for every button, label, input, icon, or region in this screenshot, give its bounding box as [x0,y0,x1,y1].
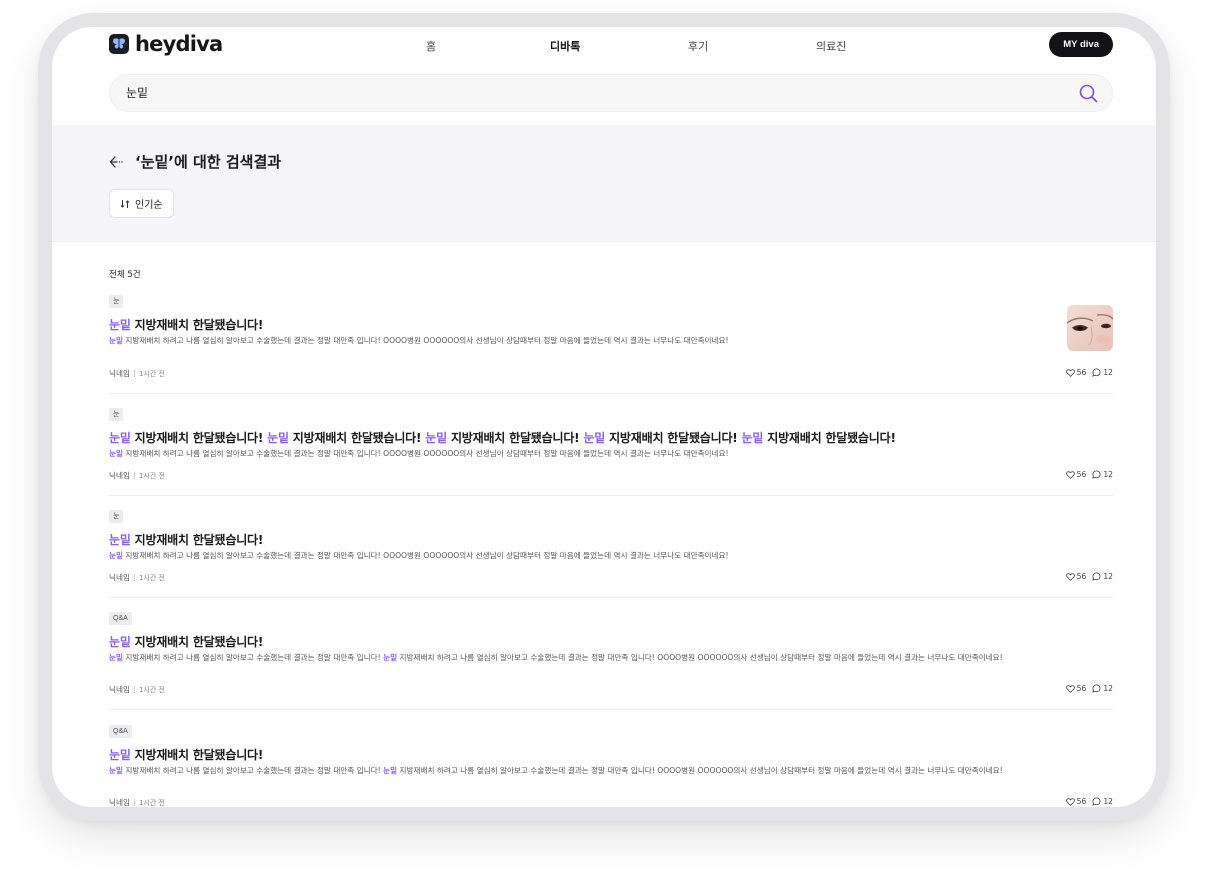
heart-icon [1065,572,1075,581]
post-tag: 눈 [109,408,124,421]
post-time: 1시간 전 [138,471,165,480]
like-count[interactable]: 56 [1065,572,1086,581]
search-input[interactable] [126,85,1026,99]
nav-home[interactable]: 홈 [426,38,436,54]
post-item[interactable]: 눈 눈밑 지방재배치 한달됐습니다! 눈밑 지방재배치 한달됐습니다! 눈밑 지… [109,408,1113,496]
like-count[interactable]: 56 [1065,470,1086,479]
results-count: 전체 5건 [109,270,141,280]
post-excerpt: 눈밑 지방재배치 하려고 나름 열심히 알아보고 수술했는데 결과는 정말 대만… [109,336,729,345]
results-title-row: ‘눈밑’에 대한 검색결과 [109,151,281,172]
like-count[interactable]: 56 [1065,797,1086,806]
post-author: 닉네임 [109,798,130,807]
post-excerpt: 눈밑 지방재배치 하려고 나름 열심히 알아보고 수술했는데 결과는 정말 대만… [109,766,1003,775]
post-thumbnail[interactable] [1067,305,1113,351]
post-time: 1시간 전 [138,573,165,582]
post-time: 1시간 전 [138,798,165,807]
nav-reviews[interactable]: 후기 [688,38,708,54]
post-excerpt: 눈밑 지방재배치 하려고 나름 열심히 알아보고 수술했는데 결과는 정말 대만… [109,653,1003,662]
post-title[interactable]: 눈밑 지방재배치 한달됐습니다! [109,531,263,548]
comment-icon [1092,470,1101,479]
post-time: 1시간 전 [138,685,165,694]
sort-icon [120,199,130,208]
comment-count[interactable]: 12 [1092,797,1113,806]
heart-icon [1065,470,1075,479]
post-meta: 닉네임 1시간 전 [109,572,165,583]
search-bar[interactable] [109,74,1113,112]
post-item[interactable]: 눈 눈밑 지방재배치 한달됐습니다! 눈밑 지방재배치 하려고 나름 열심히 알… [109,295,1113,394]
butterfly-icon [109,34,129,54]
post-tag: 눈 [109,510,124,523]
like-count[interactable]: 56 [1065,368,1086,377]
post-excerpt: 눈밑 지방재배치 하려고 나름 열심히 알아보고 수술했는데 결과는 정말 대만… [109,449,729,458]
post-author: 닉네임 [109,369,130,378]
post-author: 닉네임 [109,573,130,582]
post-author: 닉네임 [109,685,130,694]
post-title[interactable]: 눈밑 지방재배치 한달됐습니다! [109,316,263,333]
post-item[interactable]: 눈 눈밑 지방재배치 한달됐습니다! 눈밑 지방재배치 하려고 나름 열심히 알… [109,510,1113,598]
post-author: 닉네임 [109,471,130,480]
post-stats: 56 12 [1065,797,1113,806]
post-stats: 56 12 [1065,470,1113,479]
post-excerpt: 눈밑 지방재배치 하려고 나름 열심히 알아보고 수술했는데 결과는 정말 대만… [109,551,729,560]
post-meta: 닉네임 1시간 전 [109,797,165,807]
top-navigation: heydiva 홈 디바톡 후기 의료진 MY diva [109,27,1113,73]
comment-count[interactable]: 12 [1092,368,1113,377]
post-meta: 닉네임 1시간 전 [109,368,165,379]
comment-icon [1092,572,1101,581]
comment-count[interactable]: 12 [1092,470,1113,479]
post-tag: 눈 [109,295,124,308]
post-title[interactable]: 눈밑 지방재배치 한달됐습니다! [109,746,263,763]
like-count[interactable]: 56 [1065,684,1086,693]
heart-icon [1065,684,1075,693]
nav-divatalk[interactable]: 디바톡 [550,38,580,54]
heart-icon [1065,368,1075,377]
post-title[interactable]: 눈밑 지방재배치 한달됐습니다! [109,633,263,650]
brand-logo[interactable]: heydiva [109,32,223,56]
back-arrow-icon[interactable] [109,155,125,169]
results-header: ‘눈밑’에 대한 검색결과 인기순 [52,125,1156,242]
post-time: 1시간 전 [138,369,165,378]
nav-doctors[interactable]: 의료진 [816,38,846,54]
post-tag: Q&A [109,725,132,738]
post-item[interactable]: Q&A 눈밑 지방재배치 한달됐습니다! 눈밑 지방재배치 하려고 나름 열심히… [109,725,1113,807]
comment-count[interactable]: 12 [1092,684,1113,693]
post-item[interactable]: Q&A 눈밑 지방재배치 한달됐습니다! 눈밑 지방재배치 하려고 나름 열심히… [109,612,1113,710]
post-stats: 56 12 [1065,684,1113,693]
my-diva-button[interactable]: MY diva [1049,32,1113,57]
sort-label: 인기순 [135,200,163,211]
comment-icon [1092,797,1101,806]
post-title[interactable]: 눈밑 지방재배치 한달됐습니다! 눈밑 지방재배치 한달됐습니다! 눈밑 지방재… [109,429,896,446]
comment-icon [1092,684,1101,693]
post-stats: 56 12 [1065,572,1113,581]
heart-icon [1065,797,1075,806]
app-screen: heydiva 홈 디바톡 후기 의료진 MY diva 눈밑 ‘눈밑’에 대한… [52,27,1156,807]
search-icon[interactable] [1079,84,1098,103]
brand-name: heydiva [135,32,223,56]
comment-icon [1092,368,1101,377]
results-title: ‘눈밑’에 대한 검색결과 [135,153,282,171]
post-tag: Q&A [109,612,132,625]
post-meta: 닉네임 1시간 전 [109,684,165,695]
post-stats: 56 12 [1065,368,1113,377]
sort-button[interactable]: 인기순 [109,189,174,218]
comment-count[interactable]: 12 [1092,572,1113,581]
tablet-frame: heydiva 홈 디바톡 후기 의료진 MY diva 눈밑 ‘눈밑’에 대한… [38,13,1170,821]
post-meta: 닉네임 1시간 전 [109,470,165,481]
